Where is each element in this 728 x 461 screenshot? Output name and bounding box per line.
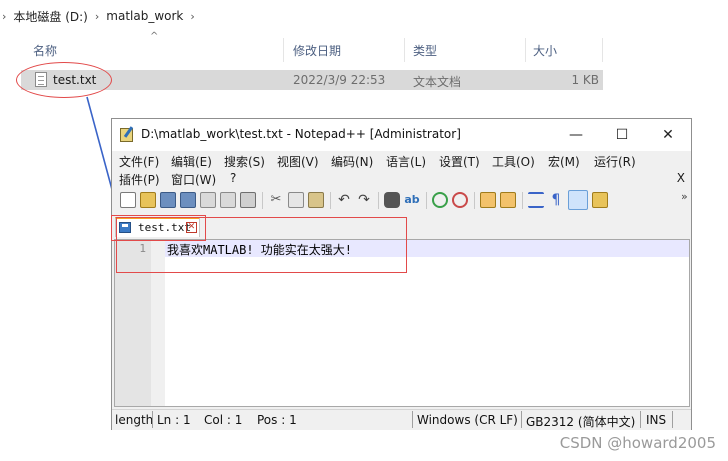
undo-icon[interactable]: ↶ — [336, 192, 352, 208]
watermark: CSDN @howard2005 — [559, 434, 716, 452]
notepadpp-icon — [120, 128, 133, 142]
status-divider — [152, 411, 153, 428]
zoom-in-icon[interactable] — [432, 192, 448, 208]
menu-edit[interactable]: 编辑(E) — [171, 153, 212, 170]
status-divider — [521, 411, 522, 428]
status-length: length — [115, 413, 154, 427]
copy-icon[interactable] — [288, 192, 304, 208]
menu-run[interactable]: 运行(R) — [594, 153, 636, 170]
zoom-out-icon[interactable] — [452, 192, 468, 208]
status-line: Ln : 1 — [157, 413, 191, 427]
menu-encoding[interactable]: 编码(N) — [331, 153, 373, 170]
toolbar-divider — [426, 192, 427, 209]
close-all-icon[interactable] — [220, 192, 236, 208]
word-wrap-icon[interactable] — [528, 192, 544, 208]
menu-tools[interactable]: 工具(O) — [492, 153, 535, 170]
toolbar-divider — [474, 192, 475, 209]
title-bar[interactable]: D:\matlab_work\test.txt - Notepad++ [Adm… — [112, 119, 691, 151]
cut-icon[interactable]: ✂ — [268, 192, 284, 208]
menu-language[interactable]: 语言(L) — [386, 153, 426, 170]
toolbar-divider — [522, 192, 523, 209]
status-position: Pos : 1 — [257, 413, 297, 427]
menu-settings[interactable]: 设置(T) — [439, 153, 480, 170]
notepadpp-window: D:\matlab_work\test.txt - Notepad++ [Adm… — [111, 118, 692, 430]
paste-icon[interactable] — [308, 192, 324, 208]
find-icon[interactable] — [384, 192, 400, 208]
print-icon[interactable] — [240, 192, 256, 208]
open-folder-icon[interactable] — [140, 192, 156, 208]
new-file-icon[interactable] — [120, 192, 136, 208]
highlight-rect-content — [116, 217, 407, 273]
status-encoding[interactable]: GB2312 (简体中文) — [526, 413, 635, 430]
toolbar-divider — [262, 192, 263, 209]
menu-search[interactable]: 搜索(S) — [224, 153, 265, 170]
close-button[interactable]: ✕ — [645, 119, 691, 151]
toolbar: ✂ ↶ ↷ ab ¶ » — [116, 190, 688, 212]
save-icon[interactable] — [160, 192, 176, 208]
close-document-button[interactable]: X — [677, 171, 685, 185]
minimize-button[interactable]: — — [553, 119, 599, 151]
sync-horizontal-icon[interactable] — [500, 192, 516, 208]
status-divider — [672, 411, 673, 428]
status-eol[interactable]: Windows (CR LF) — [417, 413, 518, 427]
menu-window[interactable]: 窗口(W) — [171, 171, 216, 188]
status-column: Col : 1 — [204, 413, 243, 427]
menu-help[interactable]: ? — [230, 171, 236, 185]
toolbar-divider — [330, 192, 331, 209]
status-divider — [412, 411, 413, 428]
menu-view[interactable]: 视图(V) — [277, 153, 319, 170]
save-all-icon[interactable] — [180, 192, 196, 208]
menu-plugins[interactable]: 插件(P) — [119, 171, 160, 188]
indent-guide-icon[interactable] — [568, 190, 588, 210]
status-bar: length Ln : 1 Col : 1 Pos : 1 Windows (C… — [112, 409, 691, 430]
menu-file[interactable]: 文件(F) — [119, 153, 159, 170]
window-title: D:\matlab_work\test.txt - Notepad++ [Adm… — [141, 127, 461, 141]
status-insert-mode[interactable]: INS — [646, 413, 666, 427]
folder-as-workspace-icon[interactable] — [592, 192, 608, 208]
close-file-icon[interactable] — [200, 192, 216, 208]
redo-icon[interactable]: ↷ — [356, 192, 372, 208]
maximize-button[interactable]: ☐ — [599, 119, 645, 151]
toolbar-divider — [378, 192, 379, 209]
replace-icon[interactable]: ab — [404, 192, 420, 208]
toolbar-overflow-icon[interactable]: » — [681, 190, 688, 203]
sync-vertical-icon[interactable] — [480, 192, 496, 208]
show-all-chars-icon[interactable]: ¶ — [548, 192, 564, 208]
menu-macro[interactable]: 宏(M) — [548, 153, 580, 170]
status-divider — [640, 411, 641, 428]
